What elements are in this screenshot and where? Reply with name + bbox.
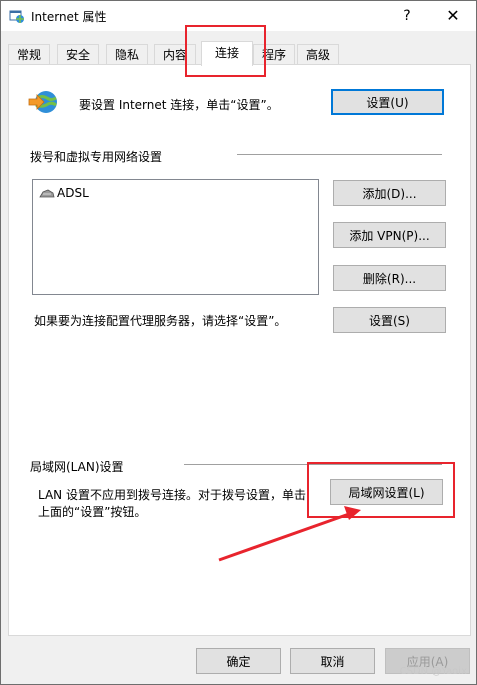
internet-setup-icon	[28, 89, 60, 117]
setup-instruction-text: 要设置 Internet 连接，单击“设置”。	[79, 98, 279, 112]
ok-button[interactable]: 确定	[196, 648, 281, 674]
internet-options-icon	[9, 8, 25, 24]
dialup-section-divider	[237, 154, 442, 155]
internet-properties-window: Internet 属性 ? ✕ 常规 安全 隐私 内容 连接 程序 高级 要设置…	[0, 0, 477, 685]
tab-content[interactable]: 内容	[154, 44, 196, 65]
tab-advanced[interactable]: 高级	[297, 44, 339, 65]
add-vpn-button[interactable]: 添加 VPN(P)...	[333, 222, 446, 248]
remove-connection-button[interactable]: 删除(R)...	[333, 265, 446, 291]
tab-security[interactable]: 安全	[57, 44, 99, 65]
title-bar[interactable]: Internet 属性 ? ✕	[1, 1, 476, 31]
tab-general[interactable]: 常规	[8, 44, 50, 65]
setup-button[interactable]: 设置(U)	[331, 89, 444, 115]
lan-note-line2: 上面的“设置”按钮。	[38, 505, 147, 519]
lan-settings-button[interactable]: 局域网设置(L)	[330, 479, 443, 505]
tab-privacy[interactable]: 隐私	[106, 44, 148, 65]
tab-connections[interactable]: 连接	[201, 41, 253, 66]
connection-name: ADSL	[57, 186, 89, 200]
help-button[interactable]: ?	[384, 1, 430, 31]
close-button[interactable]: ✕	[430, 1, 476, 31]
connection-icon	[39, 187, 55, 205]
lan-section-divider	[184, 464, 442, 465]
list-item[interactable]: ADSL	[37, 184, 91, 202]
cancel-button[interactable]: 取消	[290, 648, 375, 674]
connection-settings-button[interactable]: 设置(S)	[333, 307, 446, 333]
window-title: Internet 属性	[31, 10, 107, 24]
watermark: CSDN @Yaoix	[399, 666, 467, 677]
connections-listbox[interactable]: ADSL	[32, 179, 319, 295]
lan-note-line1: LAN 设置不应用到拨号连接。对于拨号设置，单击	[38, 488, 306, 502]
dialup-section-heading: 拨号和虚拟专用网络设置	[30, 150, 163, 164]
proxy-instruction-text: 如果要为连接配置代理服务器，请选择“设置”。	[34, 314, 287, 328]
add-connection-button[interactable]: 添加(D)...	[333, 180, 446, 206]
lan-section-heading: 局域网(LAN)设置	[30, 460, 124, 474]
tab-programs[interactable]: 程序	[253, 44, 295, 65]
